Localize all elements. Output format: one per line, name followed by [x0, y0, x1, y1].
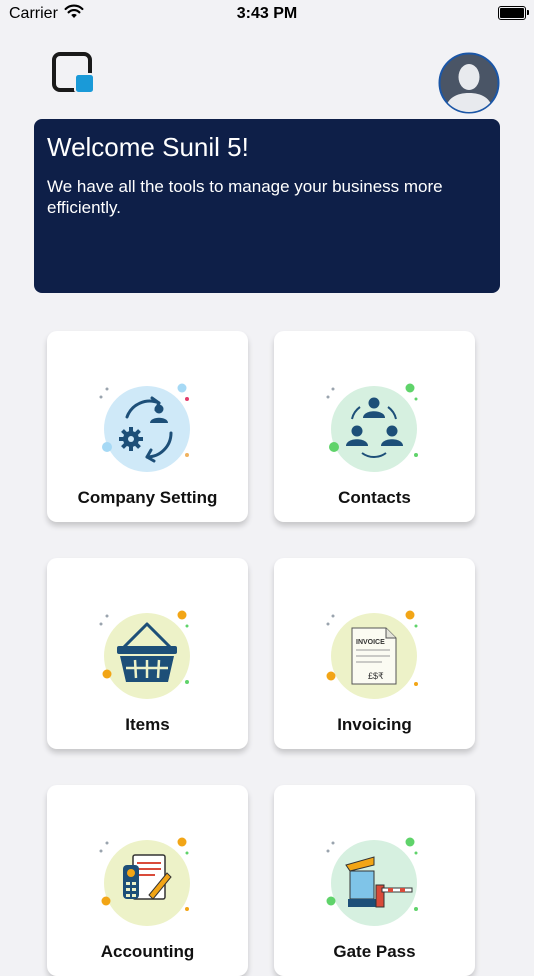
accounting-icon	[99, 837, 190, 926]
tile-label: Invoicing	[337, 715, 412, 734]
contacts-icon	[326, 383, 418, 472]
gate-pass-icon	[326, 837, 418, 926]
tile-label: Company Setting	[77, 488, 218, 507]
user-avatar-icon[interactable]	[438, 52, 500, 114]
company-setting-icon	[99, 383, 190, 472]
invoice-icon: INVOICE £$₹	[326, 610, 418, 699]
invoice-icon-currencies: £$₹	[368, 671, 384, 681]
basket-icon	[99, 610, 190, 699]
tile-invoicing[interactable]: INVOICE £$₹ Invoicing	[274, 558, 475, 749]
tile-contacts[interactable]: Contacts	[274, 331, 475, 522]
welcome-title: Welcome Sunil 5!	[47, 132, 249, 162]
tile-label: Items	[125, 715, 170, 734]
tile-label: Contacts	[338, 488, 411, 507]
status-bar: Carrier 3:43 PM	[0, 0, 534, 28]
tile-items[interactable]: Items	[47, 558, 248, 749]
invoice-icon-header: INVOICE	[356, 639, 385, 646]
tile-company-setting[interactable]: Company Setting	[47, 331, 248, 522]
tile-label: Accounting	[100, 942, 195, 961]
tile-accounting[interactable]: Accounting	[47, 785, 248, 976]
status-time: 3:43 PM	[236, 5, 298, 22]
welcome-subtitle: We have all the tools to manage your bus…	[47, 177, 443, 217]
welcome-banner: Welcome Sunil 5! We have all the tools t…	[34, 119, 500, 293]
battery-icon	[498, 6, 529, 20]
tile-label: Gate Pass	[333, 942, 416, 961]
app-logo-icon	[52, 52, 93, 92]
tile-gate-pass[interactable]: Gate Pass	[274, 785, 475, 976]
